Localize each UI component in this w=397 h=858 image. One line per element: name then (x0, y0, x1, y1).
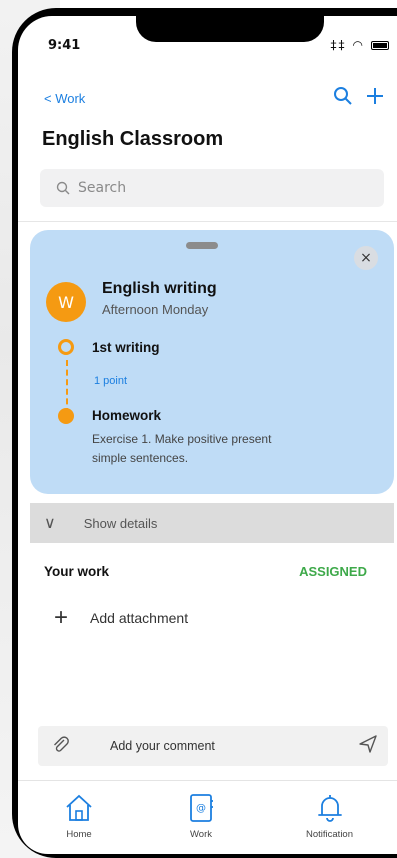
plus-icon: + (54, 604, 69, 631)
tab-label: Home (66, 829, 92, 840)
notch (136, 16, 324, 42)
add-attachment-label: Add attachment (90, 610, 189, 626)
tab-label: Notification (306, 829, 353, 840)
comment-bar: Add your comment (38, 726, 388, 766)
timeline-dot-open (58, 339, 74, 355)
search-input[interactable]: Search (40, 169, 384, 207)
tab-home[interactable]: Home (62, 791, 96, 840)
show-details-toggle[interactable]: ∨ Show details (30, 503, 394, 543)
app-screen: 9:41 ‡‡ ◠ < Work English Classroom Searc… (18, 16, 397, 854)
timeline-line (66, 360, 68, 414)
status-badge: ASSIGNED (299, 564, 367, 579)
tab-work[interactable]: @ Work (184, 791, 218, 840)
class-name: English writing (102, 280, 217, 297)
svg-text:@: @ (196, 803, 206, 814)
work-icon: @ (190, 794, 213, 822)
timeline-item-description: Exercise 1. Make positive present simple… (92, 432, 272, 465)
timeline-item-title: Homework (92, 408, 162, 423)
bell-icon (317, 795, 342, 822)
send-icon[interactable] (348, 734, 388, 759)
plus-icon[interactable] (365, 86, 385, 111)
battery-icon (371, 40, 389, 50)
status-icons: ‡‡ ◠ (331, 38, 389, 52)
header-actions (333, 86, 385, 111)
search-field-icon (56, 181, 70, 195)
tab-notification[interactable]: Notification (306, 791, 353, 840)
status-time: 9:41 (48, 38, 81, 53)
wifi-icon: ◠ (352, 38, 365, 52)
class-avatar: W (46, 282, 86, 322)
search-placeholder: Search (78, 180, 127, 196)
tab-bar: Home @ Work Notification (18, 780, 397, 854)
back-link[interactable]: < Work (44, 91, 85, 106)
add-attachment-button[interactable]: + Add attachment (54, 604, 189, 631)
divider (18, 221, 397, 222)
page-title: English Classroom (42, 128, 224, 150)
tab-label: Work (190, 829, 212, 840)
class-schedule: Afternoon Monday (102, 302, 209, 317)
signal-icon: ‡‡ (330, 38, 347, 52)
your-work-label: Your work (44, 564, 110, 579)
drag-handle[interactable] (186, 242, 218, 249)
timeline-dot-filled (58, 408, 74, 424)
assignment-card[interactable]: × W English writing Afternoon Monday 1st… (30, 230, 394, 494)
timeline-item-points: 1 point (94, 375, 128, 387)
show-details-label: Show details (83, 515, 158, 531)
close-button[interactable]: × (354, 246, 378, 270)
paperclip-icon[interactable] (38, 734, 82, 759)
search-icon[interactable] (333, 86, 353, 111)
home-icon (66, 794, 92, 821)
chevron-down-icon: ∨ (44, 515, 56, 532)
timeline-item-title: 1st writing (92, 340, 160, 355)
comment-input[interactable]: Add your comment (110, 739, 348, 753)
